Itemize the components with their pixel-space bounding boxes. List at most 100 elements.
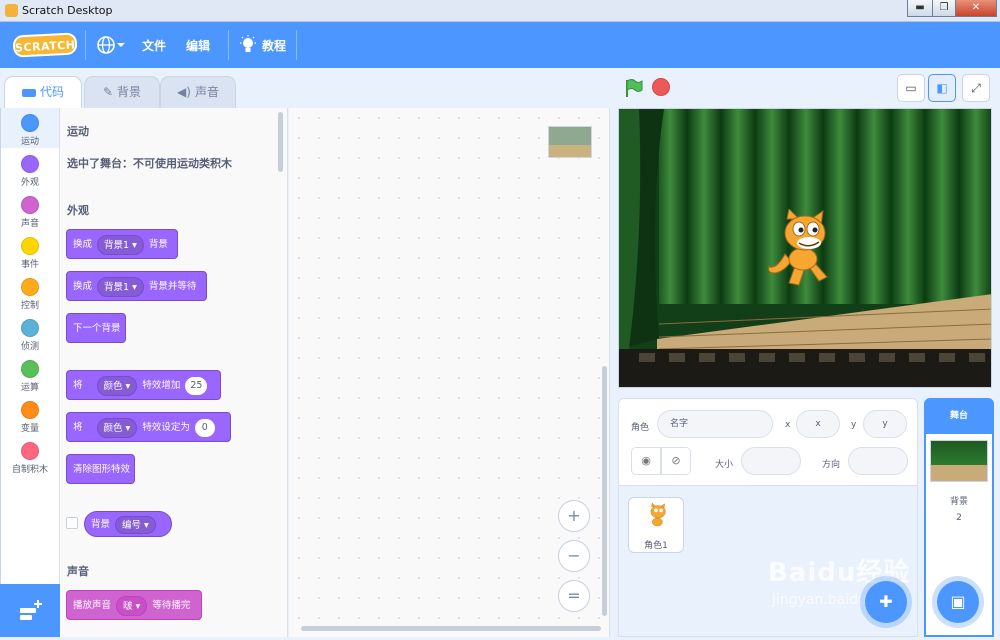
normal-stage-button[interactable]: ◧ <box>928 74 956 102</box>
stage-canvas[interactable] <box>618 108 992 388</box>
tab-sounds-label: 声音 <box>194 85 219 99</box>
block-palette: 运动 选中了舞台：不可使用运动类积木 外观 换成 背景1 ▾ 背景 换成 背景1 ▾ 背… <box>60 108 288 637</box>
brush-icon: ✎ <box>102 85 114 99</box>
category-sound[interactable]: 声音 <box>0 196 60 229</box>
show-sprite-button[interactable]: ◉ <box>631 447 661 475</box>
category-operators[interactable]: 运算 <box>0 360 60 393</box>
category-motion[interactable]: 运动 <box>0 114 60 147</box>
small-stage-icon: ▭ <box>905 81 917 95</box>
menu-separator <box>228 30 229 60</box>
menu-tutorials[interactable]: 教程 <box>262 37 286 54</box>
fullscreen-icon: ⤢ <box>971 81 981 95</box>
block-text: 等待播完 <box>152 600 191 611</box>
x-label: x <box>785 420 791 430</box>
workspace-horizontal-scrollbar[interactable] <box>301 626 601 631</box>
block-play-sound-until-done[interactable]: 播放声音啵 ▾ 等待播完 <box>66 590 202 620</box>
minimize-button[interactable]: ▬ <box>907 0 933 17</box>
window-titlebar: Scratch Desktop ▬ ❐ ✕ <box>0 0 1000 22</box>
y-label: y <box>851 420 857 430</box>
menu-edit[interactable]: 编辑 <box>186 37 210 54</box>
add-extension-icon <box>20 600 42 620</box>
backdrops-count: 2 <box>956 513 962 523</box>
category-my-blocks[interactable]: 自制积木 <box>0 442 60 475</box>
green-flag-icon <box>626 79 643 97</box>
small-stage-button[interactable]: ▭ <box>897 74 925 102</box>
sensing-dot-icon <box>21 319 39 337</box>
sprite-label: 角色 <box>631 423 650 433</box>
category-label: 运算 <box>20 383 39 393</box>
block-switch-backdrop[interactable]: 换成 背景1 ▾ 背景 <box>66 229 178 259</box>
language-globe-icon[interactable] <box>96 35 126 58</box>
choose-sprite-button[interactable]: ✚ <box>865 581 907 623</box>
block-text: 特效增加 <box>142 380 181 391</box>
tab-costumes-label: 背景 <box>117 85 142 99</box>
effect-dropdown[interactable]: 颜色 ▾ <box>96 375 138 396</box>
sound-heading: 声音 <box>67 565 89 578</box>
fullscreen-button[interactable]: ⤢ <box>962 74 990 102</box>
sprite-card[interactable]: 角色1 <box>628 497 684 553</box>
category-label: 侦测 <box>20 342 39 352</box>
effect-value-input[interactable]: 0 <box>194 418 215 437</box>
backdrop-dropdown[interactable]: 背景1 ▾ <box>97 234 144 255</box>
lightbulb-icon <box>240 35 256 58</box>
stage-thumbnail <box>930 440 988 482</box>
category-looks[interactable]: 外观 <box>0 155 60 188</box>
sprite-thumbnail-cat <box>650 503 666 527</box>
category-label: 自制积木 <box>11 465 48 475</box>
zoom-in-button[interactable]: + <box>558 500 590 532</box>
menu-separator <box>85 30 86 60</box>
menu-file[interactable]: 文件 <box>142 37 166 54</box>
block-clear-effects[interactable]: 清除图形特效 <box>66 454 135 484</box>
palette-scrollbar[interactable] <box>278 112 283 172</box>
workspace-vertical-scrollbar[interactable] <box>602 366 607 616</box>
add-extension-button[interactable] <box>0 584 60 637</box>
block-set-effect[interactable]: 将 颜色 ▾ 特效设定为 0 <box>66 412 231 442</box>
looks-heading: 外观 <box>67 204 89 217</box>
choose-backdrop-button[interactable]: ▣ <box>937 581 979 623</box>
looks-dot-icon <box>21 155 39 173</box>
category-label: 声音 <box>20 219 39 229</box>
block-next-backdrop[interactable]: 下一个背景 <box>66 313 126 343</box>
block-text: 特效设定为 <box>142 422 190 433</box>
operators-dot-icon <box>21 360 39 378</box>
stop-button[interactable] <box>652 78 670 96</box>
size-label: 大小 <box>715 460 734 470</box>
hide-sprite-button[interactable]: ⊘ <box>661 447 691 475</box>
scratch-logo[interactable]: SCRATCH <box>12 32 78 58</box>
y-input[interactable]: y <box>863 410 907 438</box>
block-switch-backdrop-wait[interactable]: 换成 背景1 ▾ 背景并等待 <box>66 271 207 301</box>
effect-dropdown[interactable]: 颜色 ▾ <box>96 417 138 438</box>
zoom-out-button[interactable]: − <box>558 540 590 572</box>
block-change-effect[interactable]: 将 颜色 ▾ 特效增加 25 <box>66 370 221 400</box>
effect-amount-input[interactable]: 25 <box>185 376 208 395</box>
reporter-backdrop-number[interactable]: 背景 编号 ▾ <box>84 511 172 537</box>
x-input[interactable]: x <box>796 410 840 438</box>
block-text: 换成 <box>73 239 93 250</box>
scratch-cat-sprite[interactable] <box>767 209 837 291</box>
sound-dropdown[interactable]: 啵 ▾ <box>116 595 148 616</box>
block-text: 背景 <box>148 239 168 250</box>
my-blocks-dot-icon <box>21 442 39 460</box>
events-dot-icon <box>21 237 39 255</box>
menu-bar: SCRATCH 文件 编辑 教程 <box>0 22 1000 68</box>
category-events[interactable]: 事件 <box>0 237 60 270</box>
number-name-dropdown[interactable]: 编号 ▾ <box>115 515 156 534</box>
category-sensing[interactable]: 侦测 <box>0 319 60 352</box>
menu-separator <box>296 30 297 60</box>
sprite-name-input[interactable]: 名字 <box>657 410 773 438</box>
sound-dot-icon <box>21 196 39 214</box>
monitor-checkbox[interactable] <box>66 517 78 529</box>
backdrop-dropdown[interactable]: 背景1 ▾ <box>97 276 144 297</box>
category-variables[interactable]: 变量 <box>0 401 60 434</box>
size-input[interactable] <box>741 447 801 475</box>
stage-panel-title: 舞台 <box>926 400 992 434</box>
tab-code[interactable]: 代码 <box>4 76 82 109</box>
green-flag-button[interactable] <box>624 78 644 101</box>
close-button[interactable]: ✕ <box>955 0 997 17</box>
direction-input[interactable] <box>848 447 908 475</box>
zoom-reset-button[interactable]: = <box>558 580 590 612</box>
tab-sounds[interactable]: ◀) 声音 <box>160 76 236 108</box>
maximize-button[interactable]: ❐ <box>932 0 956 17</box>
category-control[interactable]: 控制 <box>0 278 60 311</box>
tab-costumes[interactable]: ✎ 背景 <box>84 76 160 108</box>
